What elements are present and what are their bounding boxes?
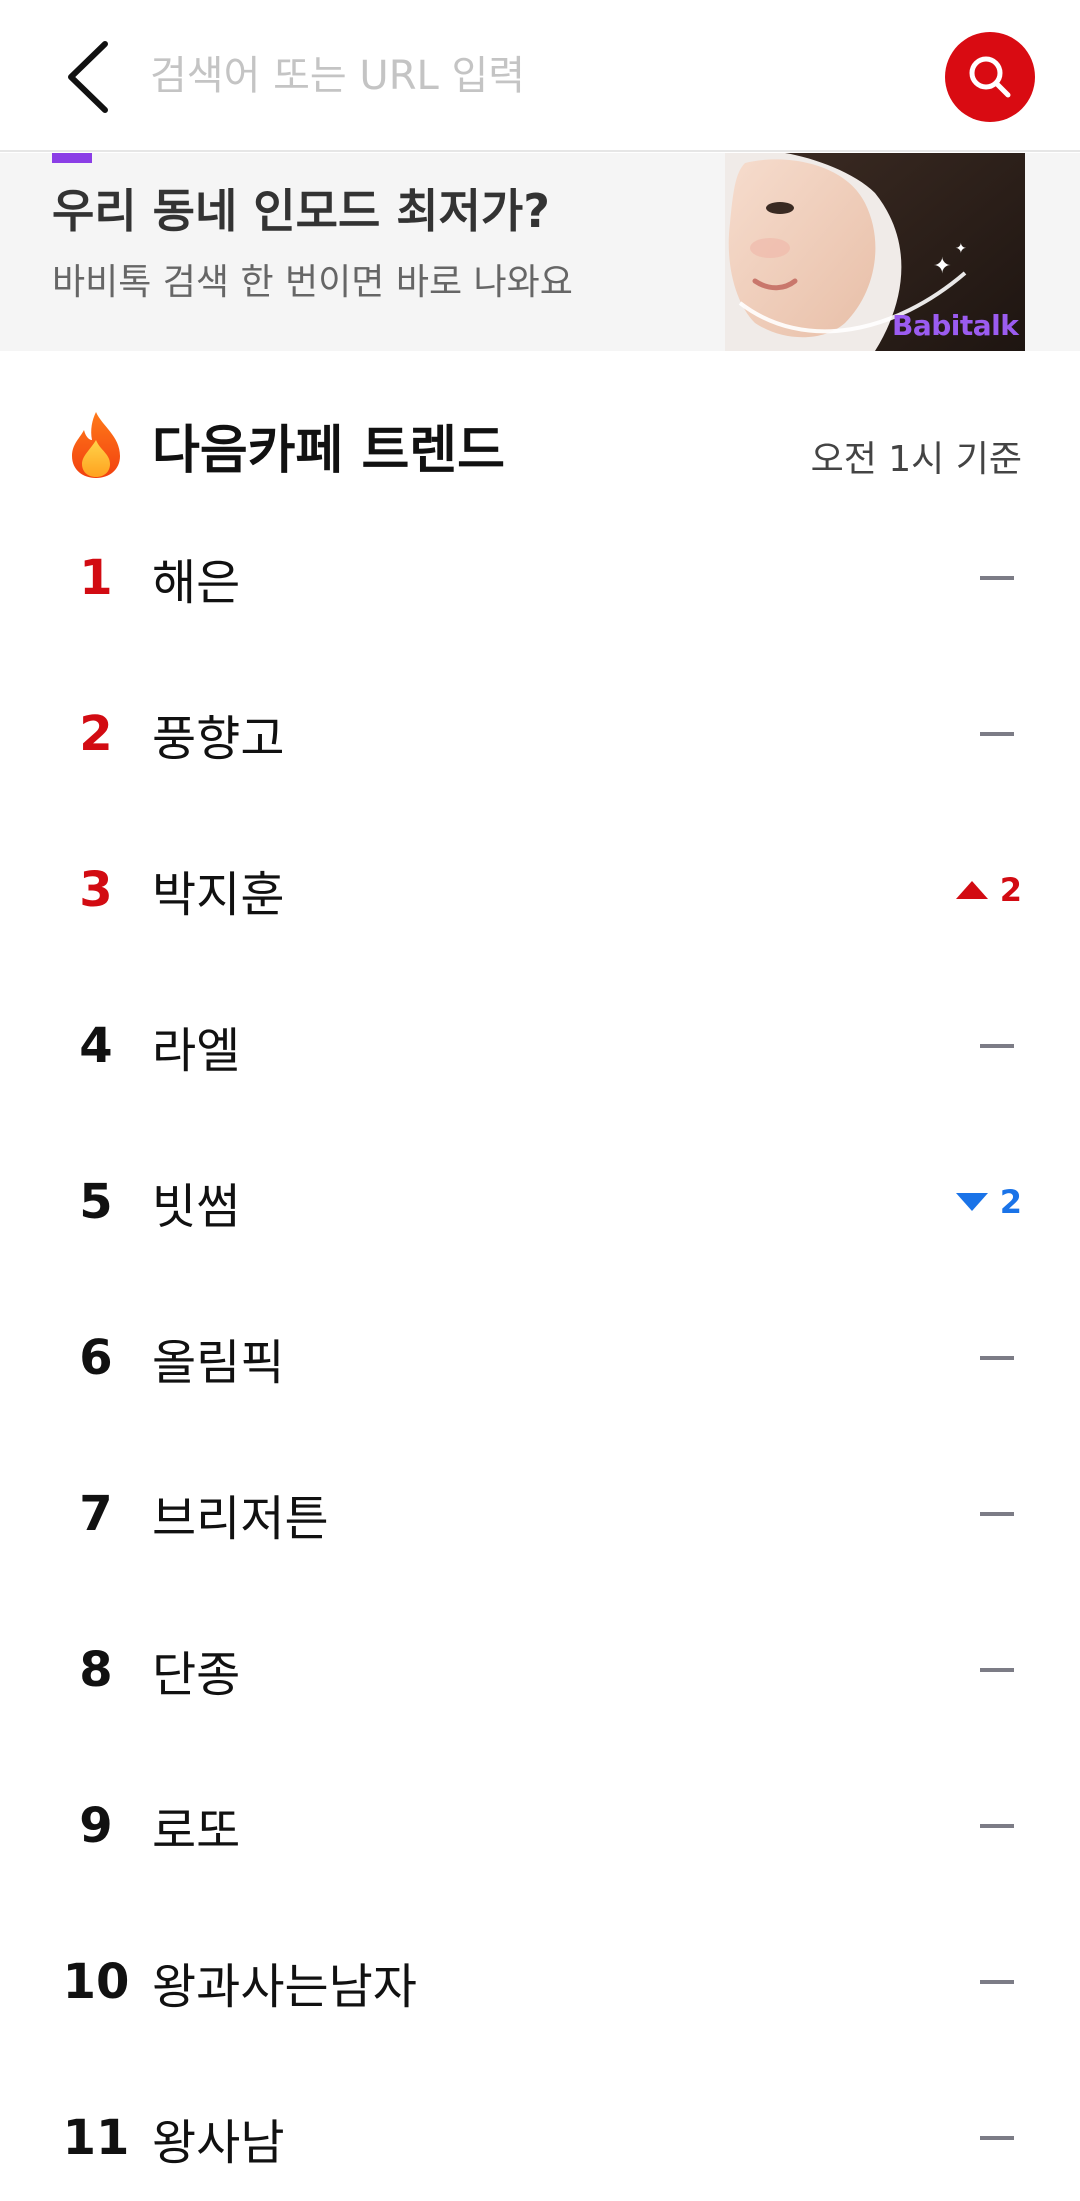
trend-item[interactable]: 9 로또 [0,1748,1080,1904]
trend-item[interactable]: 11 왕사남 [0,2060,1080,2201]
trend-item[interactable]: 2 풍향고 [0,656,1080,812]
search-header [0,0,1080,152]
search-button[interactable] [945,32,1035,122]
trend-rank: 10 [62,1954,130,2010]
rank-change-none [980,968,1022,1124]
dash-icon [980,1824,1014,1828]
trend-keyword: 로또 [152,1803,241,1859]
fire-icon [72,412,120,478]
trend-header: 다음카페 트렌드 오전 1시 기준 [0,400,1080,500]
trend-rank: 6 [79,1330,113,1386]
trend-item[interactable]: 1 해은 [0,500,1080,656]
trend-keyword: 빗썸 [152,1179,241,1235]
triangle-down-icon [955,1193,988,1211]
trend-keyword: 왕과사는남자 [152,1959,417,2015]
trend-item[interactable]: 7 브리저튼 [0,1436,1080,1592]
dash-icon [980,1044,1014,1048]
search-icon [969,56,1011,98]
trend-rank: 7 [79,1486,113,1542]
rank-change-up: 2 [955,812,1022,968]
rank-change-none [980,1592,1022,1748]
trend-keyword: 해은 [152,555,241,611]
dash-icon [980,732,1014,736]
trend-title: 다음카페 트렌드 [152,421,505,481]
banner-title: 우리 동네 인모드 최저가? [52,184,550,238]
rank-change-value: 2 [999,1183,1022,1221]
trend-item[interactable]: 6 올림픽 [0,1280,1080,1436]
trend-timestamp: 오전 1시 기준 [810,439,1022,480]
trend-item[interactable]: 3 박지훈 2 [0,812,1080,968]
rank-change-value: 2 [999,871,1022,909]
trend-rank: 8 [79,1642,113,1698]
dash-icon [980,1512,1014,1516]
rank-change-none [980,2060,1022,2201]
page: 우리 동네 인모드 최저가? 바비톡 검색 한 번이면 바로 나와요 ✦ [0,0,1080,2201]
trend-rank: 4 [79,1018,113,1074]
dash-icon [980,1668,1014,1672]
chevron-left-icon [68,41,108,113]
dash-icon [980,2136,1014,2140]
trend-rank: 11 [62,2110,130,2166]
trend-keyword: 라엘 [152,1023,241,1079]
rank-change-none [980,1748,1022,1904]
trend-keyword: 단종 [152,1647,241,1703]
rank-change-none [980,500,1022,656]
trend-keyword: 올림픽 [152,1335,285,1391]
dash-icon [980,576,1014,580]
ad-tag-marker [52,153,92,163]
dash-icon [980,1356,1014,1360]
svg-text:✦: ✦ [933,254,951,279]
trend-rank: 1 [79,550,113,606]
trend-rank: 3 [79,862,113,918]
trend-rank: 5 [79,1174,113,1230]
trend-keyword: 왕사남 [152,2115,285,2171]
banner-brand-logo: Babitalk [892,309,1019,342]
dash-icon [980,1980,1014,1984]
banner-subtitle: 바비톡 검색 한 번이면 바로 나와요 [52,262,573,303]
rank-change-none [980,656,1022,812]
rank-change-down: 2 [955,1124,1022,1280]
trend-keyword: 브리저튼 [152,1491,329,1547]
rank-change-none [980,1280,1022,1436]
rank-change-none [980,1436,1022,1592]
trend-item[interactable]: 5 빗썸 2 [0,1124,1080,1280]
back-button[interactable] [48,32,128,122]
search-input[interactable] [150,36,920,116]
trend-rank: 2 [79,706,113,762]
triangle-up-icon [955,881,988,899]
ad-banner[interactable]: 우리 동네 인모드 최저가? 바비톡 검색 한 번이면 바로 나와요 ✦ ✦ B… [0,153,1080,351]
trend-item[interactable]: 4 라엘 [0,968,1080,1124]
trend-keyword: 풍향고 [152,711,285,767]
trend-keyword: 박지훈 [152,867,285,923]
trend-item[interactable]: 10 왕과사는남자 [0,1904,1080,2060]
rank-change-none [980,1904,1022,2060]
trend-item[interactable]: 8 단종 [0,1592,1080,1748]
svg-text:✦: ✦ [955,241,967,257]
trend-list: 1 해은 2 풍향고 3 박지훈 2 4 라엘 5 빗썸 2 6 올림픽 7 브리저튼 8 단종 9 로또 10 왕과사는… [0,500,1080,2201]
trend-rank: 9 [79,1798,113,1854]
